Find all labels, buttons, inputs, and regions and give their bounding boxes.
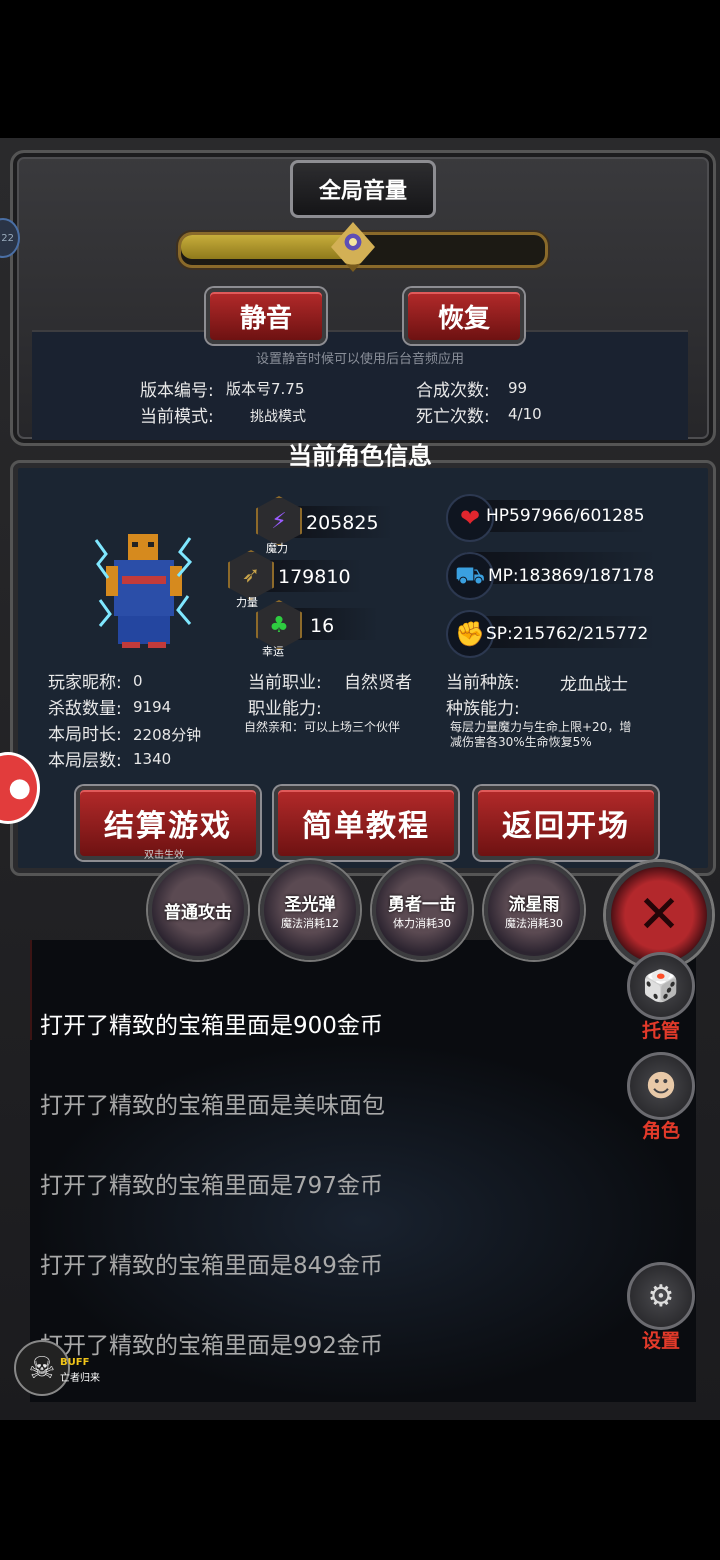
death-count-value: 4/10 (508, 405, 542, 423)
skill-holy-light[interactable]: 圣光弹 魔法消耗12 (260, 860, 360, 960)
job-label: 当前职业: (248, 673, 322, 693)
settings-info-area (32, 330, 688, 440)
character-label: 角色 (641, 1120, 680, 1142)
skill-meteor-shower[interactable]: 流星雨 魔法消耗30 (484, 860, 584, 960)
hooded-figure-icon: ☻ (627, 1052, 695, 1120)
settings-button[interactable]: ⚙ 设置 (627, 1262, 695, 1353)
auto-play-label: 托管 (641, 1020, 680, 1042)
mode-label: 当前模式: (140, 407, 214, 427)
buff-name: 亡者归来 (60, 1373, 100, 1384)
nickname-label: 玩家昵称: (48, 673, 122, 693)
log-line: 打开了精致的宝箱里面是992金币 (40, 1333, 383, 1359)
mute-button[interactable]: 静音 (206, 288, 326, 344)
skill-name: 普通攻击 (164, 902, 232, 923)
volume-slider-fill (181, 235, 353, 259)
mp-potion-icon: ⛟ (446, 552, 494, 600)
log-line: 打开了精致的宝箱里面是849金币 (40, 1253, 383, 1279)
nickname-value: 0 (133, 672, 143, 690)
synth-count-value: 99 (508, 379, 528, 397)
skill-cost: 魔法消耗30 (505, 916, 563, 930)
log-line: 打开了精致的宝箱里面是900金币 (40, 1013, 383, 1039)
strength-caption: 力量 (236, 596, 258, 609)
character-button[interactable]: ☻ 角色 (627, 1052, 695, 1143)
mute-hint: 设置静音时候可以使用后台音频应用 (255, 352, 464, 367)
return-to-start-button[interactable]: 返回开场 (474, 786, 658, 860)
settle-hint: 双击生效 (144, 850, 184, 861)
log-line: 打开了精致的宝箱里面是797金币 (40, 1173, 383, 1199)
skull-icon[interactable]: ☠ (14, 1340, 70, 1396)
synth-count-label: 合成次数: (416, 381, 490, 401)
skill-name: 勇者一击 (388, 894, 456, 915)
job-value: 自然贤者 (344, 673, 412, 693)
death-count-label: 死亡次数: (416, 407, 490, 427)
kills-value: 9194 (133, 698, 172, 716)
kills-label: 杀敌数量: (48, 699, 122, 719)
buff-label: BUFF (60, 1357, 90, 1368)
auto-play-button[interactable]: 🎲 托管 (627, 952, 695, 1043)
hp-value: HP597966/601285 (486, 506, 645, 526)
strength-value: 179810 (278, 566, 351, 588)
race-ability-label: 种族能力: (446, 699, 520, 719)
luck-value: 16 (310, 615, 335, 637)
volume-title: 全局音量 (290, 160, 436, 218)
race-value: 龙血战士 (560, 675, 628, 695)
mp-value: MP:183869/187178 (488, 566, 655, 586)
magic-value: 205825 (306, 512, 379, 534)
race-label: 当前种族: (446, 673, 520, 693)
skill-cost: 体力消耗30 (393, 916, 451, 930)
tutorial-button[interactable]: 简单教程 (274, 786, 458, 860)
job-ability-desc: 自然亲和：可以上场三个伙伴 (244, 720, 401, 734)
log-line: 打开了精致的宝箱里面是美味面包 (40, 1093, 385, 1119)
character-sprite (94, 534, 193, 648)
sp-value: SP:215762/215772 (486, 624, 649, 644)
skill-normal-attack[interactable]: 普通攻击 (148, 860, 248, 960)
character-info-title: 当前角色信息 (288, 442, 432, 470)
floor-label: 本局层数: (48, 751, 122, 771)
restore-button[interactable]: 恢复 (404, 288, 524, 344)
skill-name: 圣光弹 (284, 894, 336, 915)
skill-hero-strike[interactable]: 勇者一击 体力消耗30 (372, 860, 472, 960)
dice-icon: 🎲 (627, 952, 695, 1020)
time-value: 2208分钟 (133, 726, 202, 744)
time-label: 本局时长: (48, 725, 122, 745)
luck-caption: 幸运 (262, 645, 284, 658)
mode-value: 挑战模式 (250, 409, 306, 425)
job-ability-label: 职业能力: (248, 699, 322, 719)
gear-icon: ⚙ (627, 1262, 695, 1330)
settings-label: 设置 (641, 1330, 680, 1352)
magic-caption: 魔力 (266, 542, 288, 555)
version-label: 版本编号: (140, 381, 214, 401)
skill-name: 流星雨 (508, 894, 560, 915)
skill-cost: 魔法消耗12 (281, 916, 339, 930)
floor-value: 1340 (133, 750, 172, 768)
version-value: 版本号7.75 (226, 380, 305, 398)
race-ability-desc-line2: 减伤害各30%生命恢复5% (450, 735, 592, 749)
